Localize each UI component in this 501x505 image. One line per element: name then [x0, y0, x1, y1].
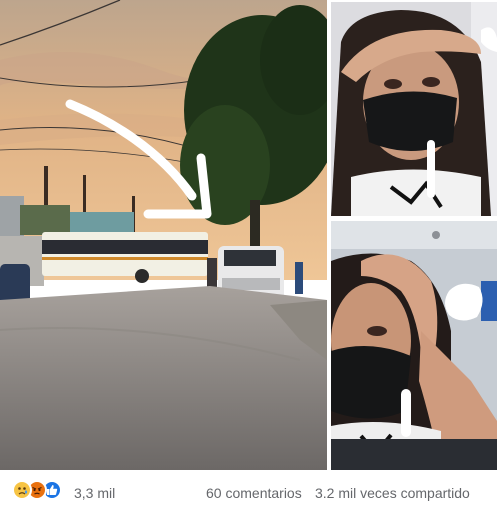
selfie-photo-bottom-image — [331, 221, 497, 470]
photo-top[interactable] — [331, 2, 497, 216]
street-photo-image — [0, 0, 327, 470]
post-footer: 3,3 mil 60 comentarios 3.2 mil veces com… — [0, 474, 501, 505]
reactions-summary[interactable] — [12, 480, 62, 500]
sad-face-icon — [12, 480, 32, 500]
comments-count[interactable]: 60 comentarios — [206, 485, 302, 501]
selfie-photo-top-image — [331, 2, 497, 216]
photo-main[interactable] — [0, 0, 327, 470]
reaction-count[interactable]: 3,3 mil — [74, 485, 115, 501]
photo-bottom[interactable] — [331, 221, 497, 470]
post-card: 3,3 mil 60 comentarios 3.2 mil veces com… — [0, 0, 501, 505]
photo-grid — [0, 0, 501, 470]
shares-count[interactable]: 3.2 mil veces compartido — [315, 485, 470, 501]
